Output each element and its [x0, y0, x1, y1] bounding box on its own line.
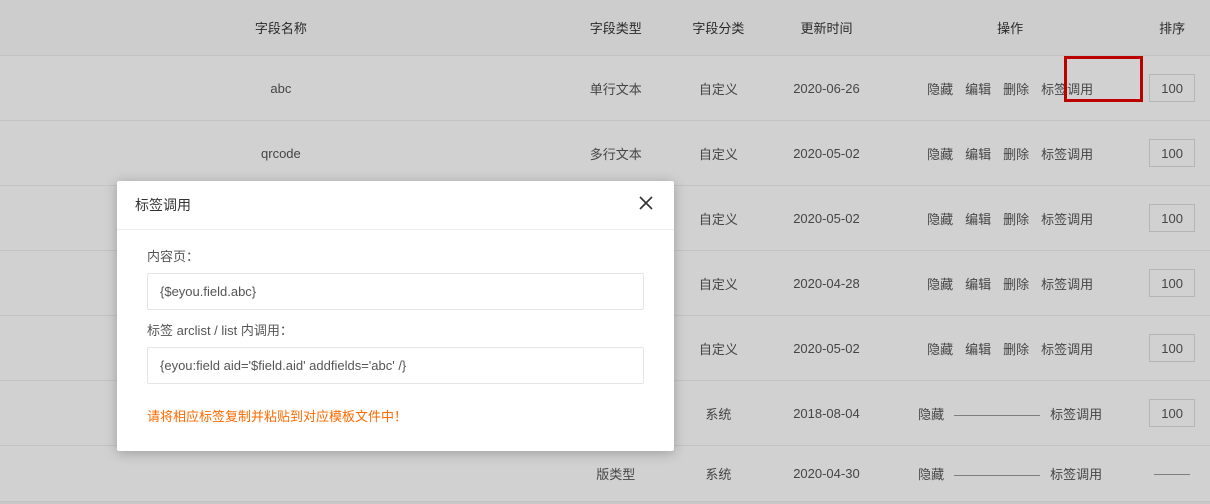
- modal-header: 标签调用: [117, 181, 674, 230]
- modal-body: 内容页： {$eyou.field.abc} 标签 arclist / list…: [117, 230, 674, 451]
- label-list-tag: 标签 arclist / list 内调用：: [147, 320, 644, 339]
- tag-modal: 标签调用 内容页： {$eyou.field.abc} 标签 arclist /…: [117, 181, 674, 451]
- label-content-page: 内容页：: [147, 246, 644, 265]
- close-icon[interactable]: [636, 195, 656, 215]
- code-box-content[interactable]: {$eyou.field.abc}: [147, 273, 644, 310]
- code-box-list[interactable]: {eyou:field aid='$field.aid' addfields='…: [147, 347, 644, 384]
- modal-title: 标签调用: [135, 195, 191, 215]
- tip-text: 请将相应标签复制并粘贴到对应模板文件中！: [147, 406, 644, 425]
